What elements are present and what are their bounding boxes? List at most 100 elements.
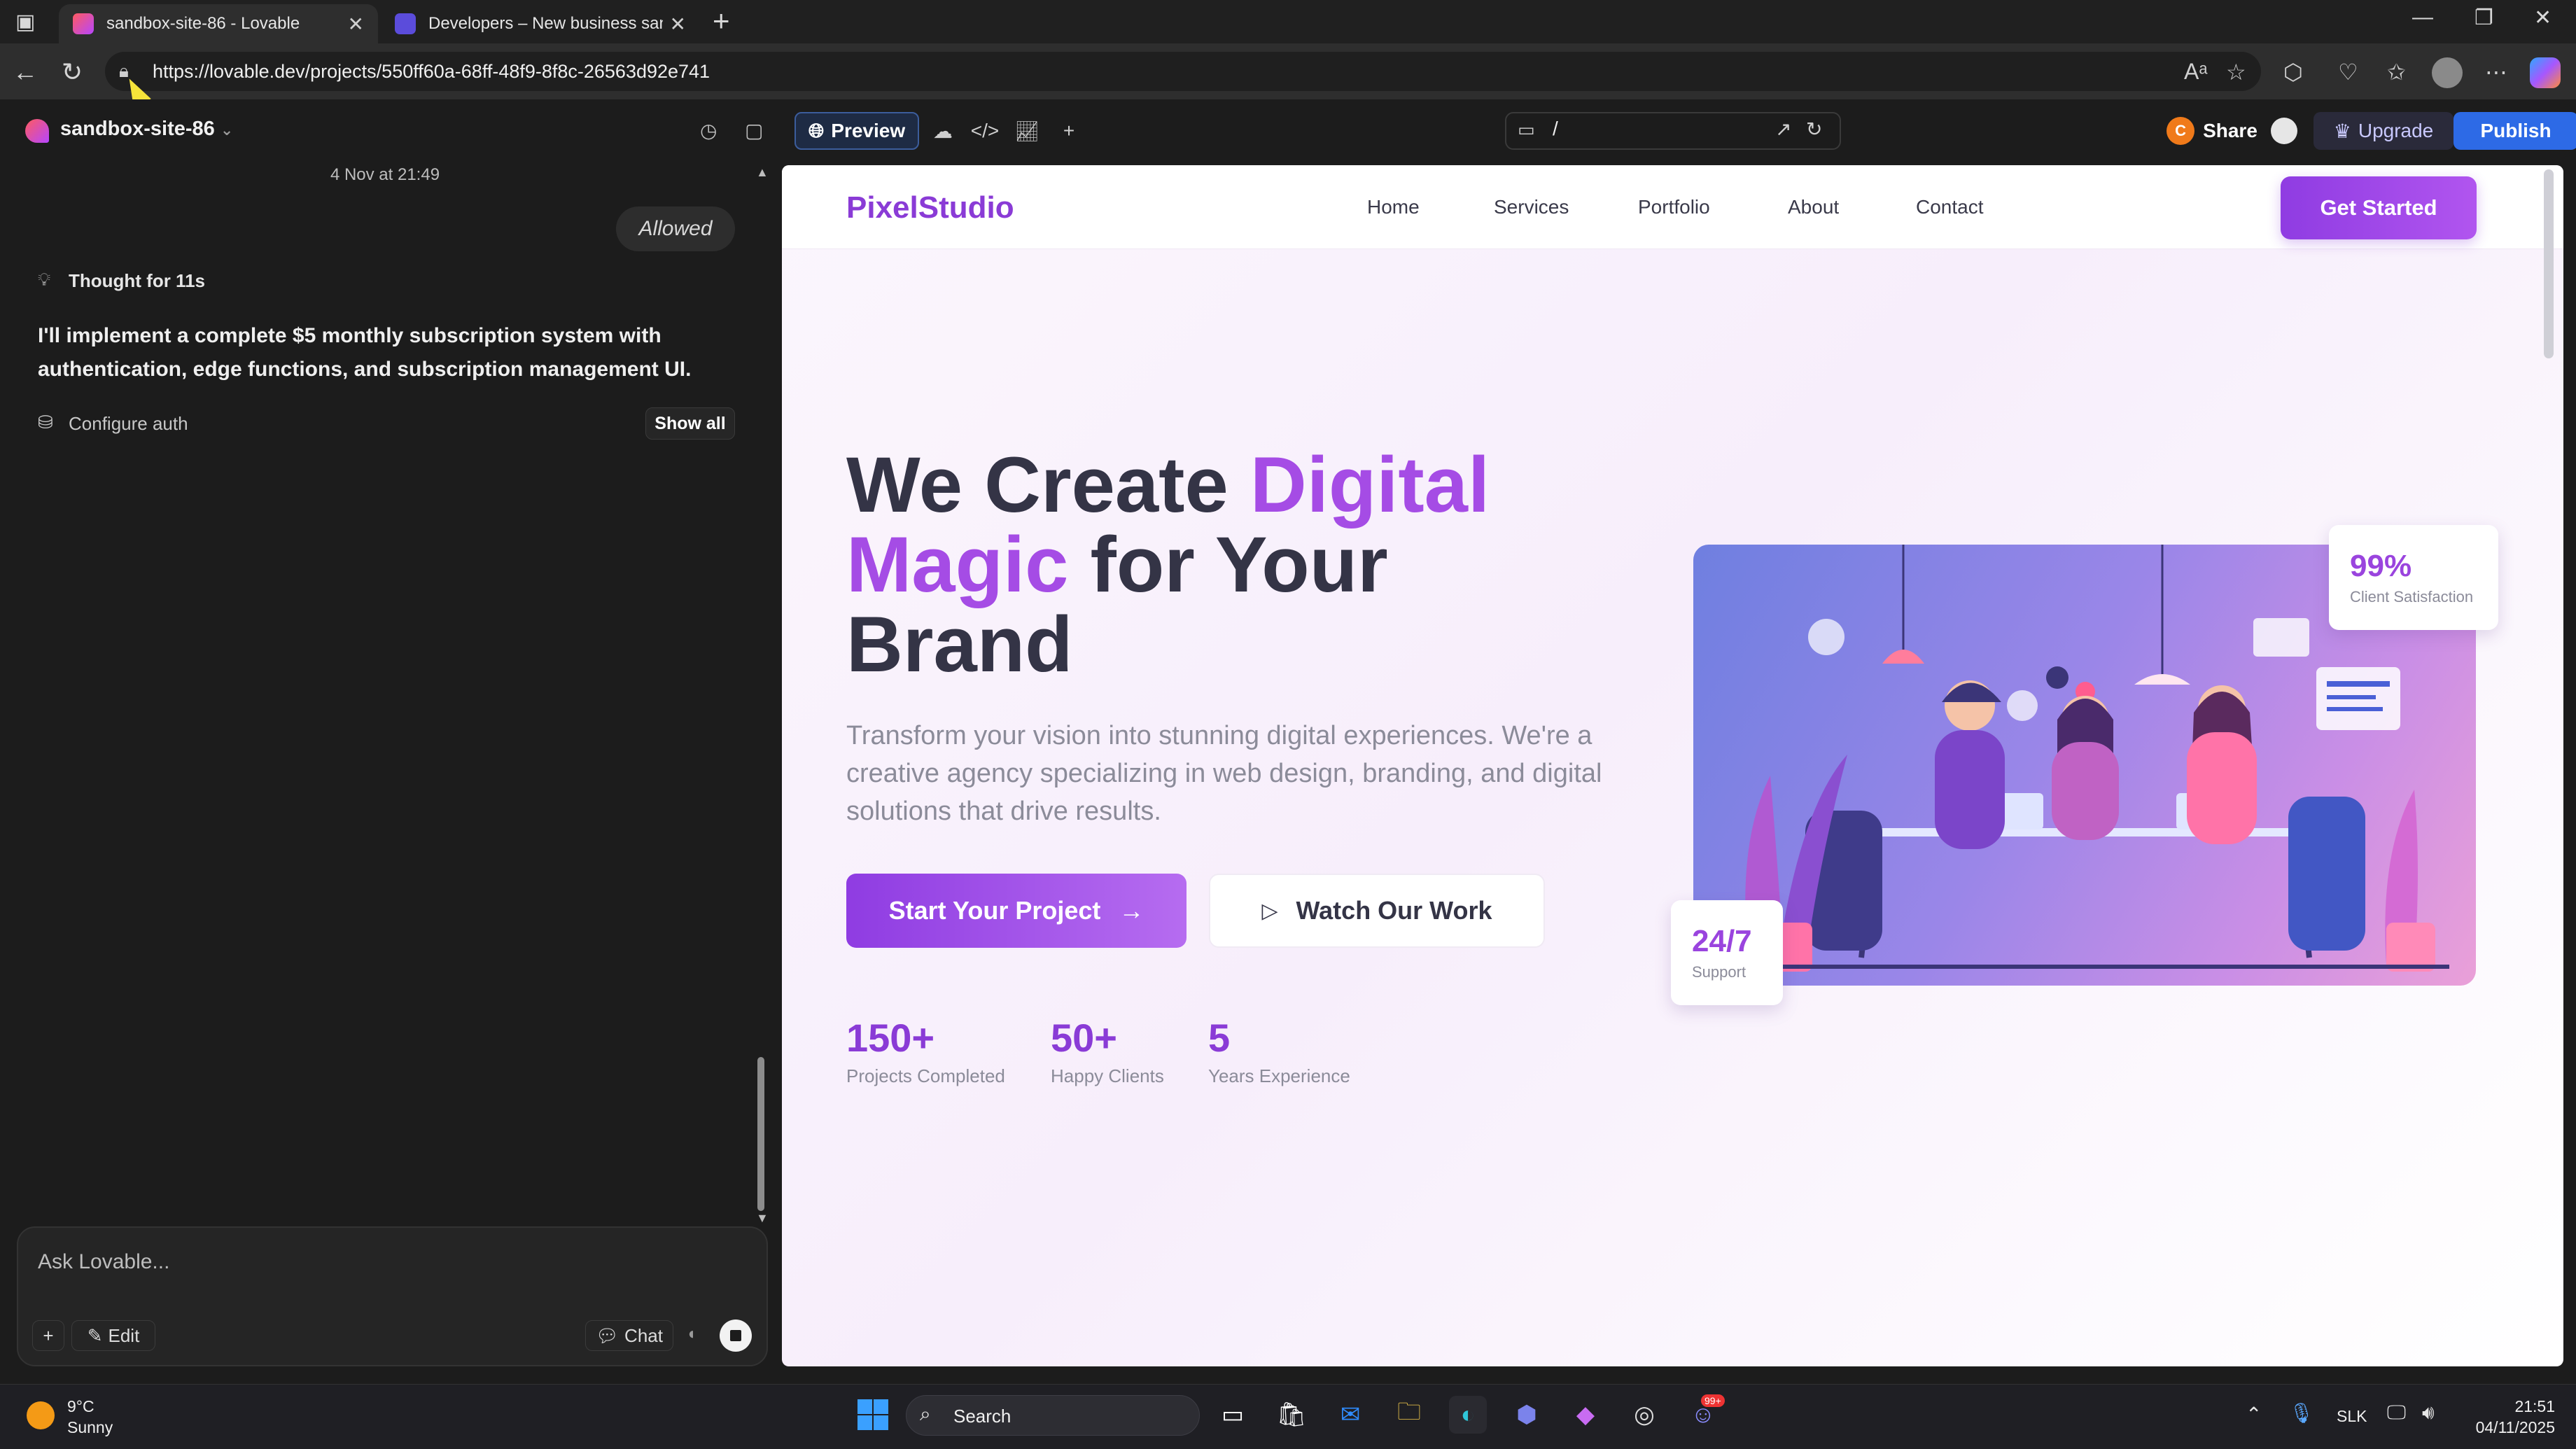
back-icon[interactable]: ← bbox=[13, 57, 38, 87]
tab-actions-icon[interactable]: ▣ bbox=[15, 10, 35, 34]
title-accent: Magic bbox=[846, 521, 1069, 608]
chat-label: Chat bbox=[624, 1324, 663, 1346]
start-project-button[interactable]: Start Your Project → bbox=[846, 874, 1186, 948]
open-external-icon[interactable]: ↗ bbox=[1775, 118, 1791, 141]
clock-time[interactable]: 21:51 bbox=[2512, 1397, 2555, 1416]
device-icon[interactable]: ▭ bbox=[1518, 119, 1535, 141]
reload-icon[interactable]: ↻ bbox=[62, 57, 83, 87]
project-name[interactable]: sandbox-site-86 ⌄ bbox=[60, 118, 233, 141]
watch-work-button[interactable]: ▷ Watch Our Work bbox=[1209, 874, 1545, 948]
extensions-icon[interactable]: ⬡ bbox=[2283, 59, 2303, 85]
chat-scrollbar[interactable] bbox=[757, 1057, 764, 1211]
satisfaction-label: Client Satisfaction bbox=[2350, 588, 2474, 606]
copilot-icon[interactable] bbox=[2530, 57, 2561, 88]
taskbar-search[interactable] bbox=[906, 1395, 1200, 1436]
stripe-favicon-icon bbox=[395, 13, 416, 34]
title-accent: Digital bbox=[1250, 441, 1490, 528]
minimize-icon[interactable]: — bbox=[2412, 6, 2433, 29]
close-tab-icon[interactable]: ✕ bbox=[670, 13, 686, 36]
add-tab-icon[interactable]: + bbox=[1051, 112, 1086, 150]
analytics-tab-icon[interactable]: 📈︎ bbox=[1009, 112, 1044, 150]
nav-services[interactable]: Services bbox=[1494, 196, 1569, 218]
edit-button[interactable]: ✎ Edit bbox=[71, 1320, 155, 1351]
configure-auth-step: Configure auth bbox=[69, 413, 188, 434]
nav-contact[interactable]: Contact bbox=[1916, 196, 1984, 218]
publish-button[interactable]: Publish bbox=[2454, 112, 2576, 150]
hero-title: We Create Digital Magic for Your Brand bbox=[846, 445, 1616, 685]
stop-generation-button[interactable] bbox=[720, 1320, 752, 1352]
browser-essentials-icon[interactable]: ♡ bbox=[2338, 59, 2358, 85]
cloud-tab-icon[interactable]: ☁ bbox=[925, 112, 960, 150]
network-icon[interactable]: 🖵︎ bbox=[2387, 1401, 2406, 1424]
sidebar-toggle-icon[interactable]: ▢ bbox=[745, 119, 763, 142]
taskbar-search-label[interactable]: Search bbox=[953, 1406, 1011, 1427]
read-aloud-icon[interactable]: Aᵃ bbox=[2184, 59, 2207, 85]
user-avatar: C bbox=[2166, 117, 2195, 145]
notification-badge: 99+ bbox=[1701, 1394, 1725, 1407]
stat-years-label: Years Experience bbox=[1208, 1065, 1350, 1086]
site-preview: PixelStudio Home Services Portfolio Abou… bbox=[782, 165, 2563, 1366]
nav-about[interactable]: About bbox=[1788, 196, 1839, 218]
share-button[interactable]: C Share bbox=[2160, 112, 2264, 150]
chat-bubble-icon: 💬︎ bbox=[596, 1324, 620, 1346]
weather-condition[interactable]: Sunny bbox=[67, 1418, 113, 1437]
preview-scrollbar[interactable] bbox=[2544, 169, 2554, 358]
upgrade-button[interactable]: ♛ Upgrade bbox=[2314, 112, 2454, 150]
github-icon[interactable] bbox=[2271, 118, 2297, 144]
scroll-up-icon[interactable]: ▲ bbox=[756, 165, 769, 180]
url-text[interactable]: https://lovable.dev/projects/550ff60a-68… bbox=[153, 61, 710, 83]
refresh-preview-icon[interactable]: ↻ bbox=[1806, 118, 1822, 141]
restore-icon[interactable]: ❐ bbox=[2474, 6, 2493, 30]
preview-label: Preview bbox=[831, 120, 906, 141]
close-window-icon[interactable]: ✕ bbox=[2534, 6, 2552, 30]
stat-years-value: 5 bbox=[1208, 1016, 1231, 1060]
new-tab-button[interactable]: + bbox=[713, 4, 730, 38]
start-windows-icon[interactable] bbox=[854, 1396, 892, 1434]
chrome-icon[interactable]: ◎ bbox=[1625, 1396, 1663, 1434]
chat-mode-button[interactable]: 💬︎ Chat bbox=[585, 1320, 673, 1351]
file-explorer-icon[interactable]: 🗀 bbox=[1390, 1396, 1428, 1434]
preview-tab[interactable]: 🌐︎ Preview bbox=[794, 112, 919, 150]
weather-sun-icon[interactable] bbox=[27, 1401, 55, 1429]
outlook-icon[interactable]: ✉ bbox=[1331, 1396, 1369, 1434]
nav-home[interactable]: Home bbox=[1367, 196, 1420, 218]
show-all-button[interactable]: Show all bbox=[645, 407, 735, 440]
thought-duration[interactable]: Thought for 11s bbox=[69, 270, 205, 292]
more-menu-icon[interactable]: ⋯ bbox=[2485, 59, 2507, 85]
chevron-down-icon: ⌄ bbox=[220, 121, 234, 139]
crown-icon: ♛ bbox=[2333, 120, 2351, 142]
favorite-star-icon[interactable]: ☆ bbox=[2226, 59, 2246, 85]
get-started-button[interactable]: Get Started bbox=[2281, 176, 2477, 239]
microphone-icon[interactable]: 🎙︎ bbox=[2289, 1401, 2314, 1424]
weather-temperature[interactable]: 9°C bbox=[67, 1397, 94, 1416]
code-tab-icon[interactable]: </> bbox=[967, 112, 1002, 150]
nav-portfolio[interactable]: Portfolio bbox=[1638, 196, 1710, 218]
title-part: We Create bbox=[846, 441, 1250, 528]
store-icon[interactable]: 🛍︎ bbox=[1273, 1396, 1310, 1434]
task-view-icon[interactable]: ▭ bbox=[1214, 1396, 1252, 1434]
input-language[interactable]: SLK bbox=[2337, 1407, 2367, 1426]
volume-icon[interactable]: 🔊︎ bbox=[2422, 1401, 2435, 1424]
stop-icon bbox=[730, 1330, 741, 1341]
stat-clients-label: Happy Clients bbox=[1051, 1065, 1164, 1086]
route-path-input[interactable]: / bbox=[1553, 118, 1558, 140]
m365-icon[interactable]: ◆ bbox=[1567, 1396, 1604, 1434]
start-project-label: Start Your Project bbox=[888, 896, 1101, 925]
site-brand-logo[interactable]: PixelStudio bbox=[846, 190, 1014, 225]
add-attachment-button[interactable]: + bbox=[32, 1320, 64, 1351]
scroll-down-icon[interactable]: ▼ bbox=[756, 1211, 769, 1226]
profile-avatar[interactable] bbox=[2432, 57, 2463, 88]
chevron-up-icon[interactable]: ⌃ bbox=[2246, 1403, 2262, 1426]
tab-developers[interactable]: Developers – New business sandb ✕ bbox=[381, 4, 700, 43]
history-icon[interactable]: ◷ bbox=[700, 119, 717, 142]
tab-lovable[interactable]: sandbox-site-86 - Lovable ✕ bbox=[59, 4, 378, 43]
stat-projects-value: 150+ bbox=[846, 1016, 935, 1060]
chat-input[interactable]: Ask Lovable... bbox=[38, 1250, 169, 1274]
clock-date[interactable]: 04/11/2025 bbox=[2464, 1418, 2555, 1437]
edge-icon[interactable]: ◐ bbox=[1449, 1396, 1487, 1434]
lovable-logo-icon[interactable] bbox=[25, 119, 49, 143]
close-tab-icon[interactable]: ✕ bbox=[348, 13, 364, 36]
favorites-icon[interactable]: ✩ bbox=[2387, 59, 2406, 85]
teams-icon[interactable]: ⬢ bbox=[1508, 1396, 1546, 1434]
voice-icon[interactable]: ◖ bbox=[686, 1324, 696, 1344]
